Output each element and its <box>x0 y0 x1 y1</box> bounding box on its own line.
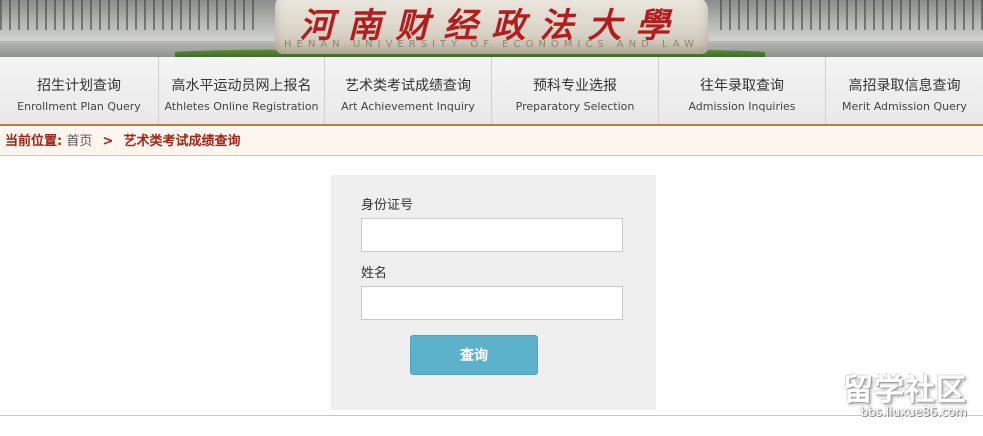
nav-label-en: Art Achievement Inquiry <box>341 100 475 113</box>
id-number-label: 身份证号 <box>361 198 414 213</box>
breadcrumb: 当前位置: 首页 > 艺术类考试成绩查询 <box>0 128 983 156</box>
nav-preparatory-selection[interactable]: 预科专业选报 Preparatory Selection <box>492 57 659 124</box>
query-form-panel: 身份证号 姓名 查询 <box>331 175 656 410</box>
nav-label-cn: 招生计划查询 <box>37 78 121 94</box>
watermark-logo: 留学社区 bbs.liuxue86.com <box>815 365 975 425</box>
university-stone-logo: 河南财经政法大學 HENAN UNIVERSITY OF ECONOMICS A… <box>275 0 708 54</box>
banner-trees-right <box>720 0 983 30</box>
nav-label-cn: 艺术类考试成绩查询 <box>345 78 471 94</box>
nav-label-cn: 预科专业选报 <box>533 78 617 94</box>
id-number-input[interactable] <box>361 218 623 252</box>
header-banner: 河南财经政法大學 HENAN UNIVERSITY OF ECONOMICS A… <box>0 0 983 57</box>
nav-label-cn: 高招录取信息查询 <box>848 78 961 94</box>
nav-label-en: Enrollment Plan Query <box>17 100 141 113</box>
nav-label-en: Athletes Online Registration <box>164 100 319 113</box>
nav-label-en: Admission Inquiries <box>688 100 796 113</box>
main-nav: 招生计划查询 Enrollment Plan Query 高水平运动员网上报名 … <box>0 57 983 126</box>
nav-merit-admission-query[interactable]: 高招录取信息查询 Merit Admission Query <box>826 57 983 124</box>
name-label: 姓名 <box>361 266 388 281</box>
breadcrumb-home-link[interactable]: 首页 <box>66 134 92 149</box>
breadcrumb-label: 当前位置: <box>5 134 63 149</box>
query-button[interactable]: 查询 <box>410 335 538 375</box>
nav-admission-inquiries[interactable]: 往年录取查询 Admission Inquiries <box>659 57 826 124</box>
nav-label-cn: 往年录取查询 <box>700 78 784 94</box>
banner-trees-left <box>0 0 260 30</box>
nav-label-en: Merit Admission Query <box>842 100 967 113</box>
nav-enrollment-plan-query[interactable]: 招生计划查询 Enrollment Plan Query <box>0 57 159 124</box>
nav-art-achievement-inquiry[interactable]: 艺术类考试成绩查询 Art Achievement Inquiry <box>325 57 492 124</box>
nav-label-cn: 高水平运动员网上报名 <box>171 78 312 94</box>
nav-athletes-registration[interactable]: 高水平运动员网上报名 Athletes Online Registration <box>159 57 325 124</box>
nav-label-en: Preparatory Selection <box>515 100 635 113</box>
watermark-url: bbs.liuxue86.com <box>860 405 967 419</box>
breadcrumb-separator: > <box>102 134 114 149</box>
university-name-en: HENAN UNIVERSITY OF ECONOMICS AND LAW <box>284 39 699 50</box>
watermark-text: 留学社区 <box>843 373 967 408</box>
breadcrumb-current: 艺术类考试成绩查询 <box>123 134 241 149</box>
name-input[interactable] <box>361 286 623 320</box>
